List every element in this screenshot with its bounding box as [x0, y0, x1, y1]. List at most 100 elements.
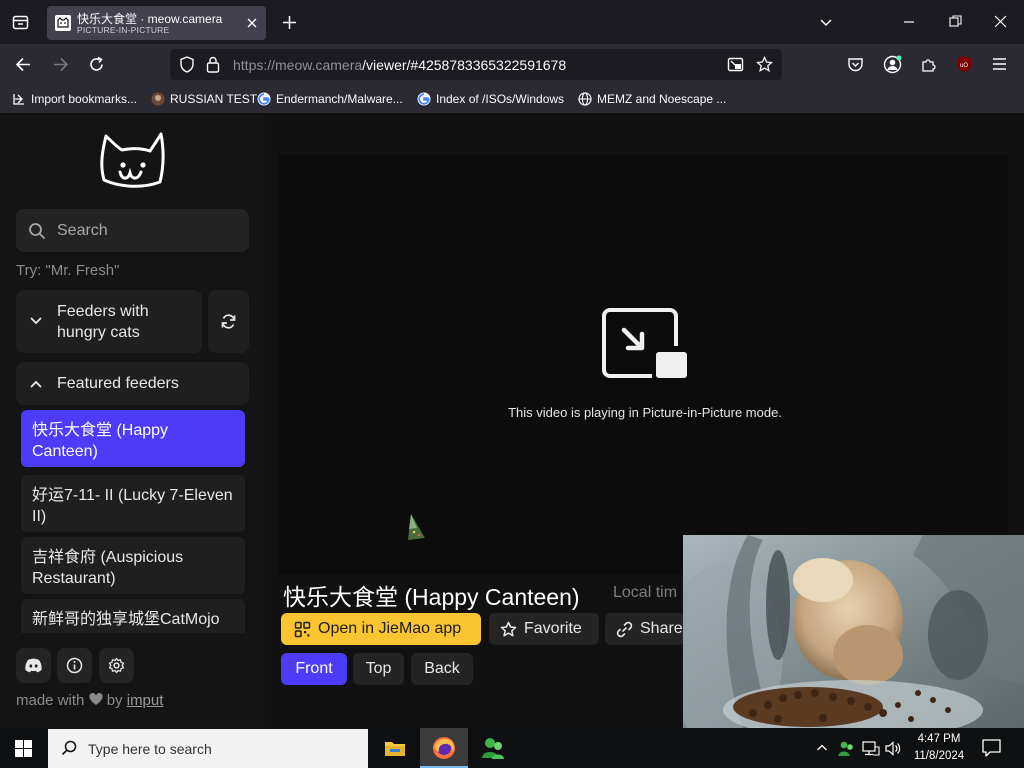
import-icon [12, 92, 26, 106]
refresh-button[interactable] [208, 290, 249, 353]
bookmark-endermanch[interactable]: Endermanch/Malware... [257, 91, 403, 107]
restore-icon[interactable] [949, 15, 962, 28]
bookmark-isos[interactable]: Index of /ISOs/Windows [417, 91, 564, 107]
open-in-app-label: Open in JieMao app [318, 620, 462, 637]
pocket-icon[interactable] [847, 56, 864, 73]
heart-icon [89, 693, 103, 706]
site-favicon [151, 92, 165, 106]
notifications-icon[interactable] [982, 739, 1001, 757]
imput-link[interactable]: imput [127, 692, 164, 709]
close-window-icon[interactable] [994, 15, 1007, 28]
feeder-item-lucky-7-eleven[interactable]: 好运7-11- II (Lucky 7-Eleven II) [21, 475, 245, 532]
search-input[interactable]: Search [16, 209, 249, 252]
feeder-title: 快乐大食堂 (Happy Canteen) [283, 584, 580, 610]
cat-favicon-icon [55, 15, 71, 31]
account-icon[interactable] [883, 55, 902, 74]
local-time-label: Local tim [613, 584, 678, 601]
minimize-icon[interactable] [903, 15, 915, 29]
cat-feed-video-frame [683, 535, 1024, 728]
info-icon [66, 657, 83, 674]
favorite-label: Favorite [524, 620, 582, 637]
footer-credit: made with by imput [16, 692, 163, 709]
refresh-icon [220, 313, 237, 330]
search-icon [61, 740, 77, 756]
active-tab[interactable]: 快乐大食堂 · meow.camera PICTURE-IN-PICTURE [47, 6, 266, 40]
cursor-party-hat-icon [405, 512, 429, 542]
picture-in-picture-toggle-icon[interactable] [727, 56, 744, 73]
new-tab-icon[interactable] [282, 15, 297, 30]
camera-back-button[interactable]: Back [411, 653, 473, 685]
hamburger-menu-icon[interactable] [992, 57, 1007, 71]
star-icon [500, 621, 517, 638]
globe-icon [578, 92, 592, 106]
featured-feeders-toggle[interactable]: Featured feeders [16, 362, 249, 405]
share-button[interactable]: Share [605, 613, 685, 645]
svg-text:uO: uO [960, 63, 968, 69]
meow-camera-logo[interactable] [98, 130, 168, 192]
feeder-item-catmojo[interactable]: 新鲜哥的独享城堡CatMojo [21, 599, 245, 633]
favorite-button[interactable]: Favorite [489, 613, 599, 645]
discord-icon [24, 657, 43, 674]
tray-people-icon[interactable] [838, 740, 855, 757]
back-arrow-icon[interactable] [15, 56, 32, 73]
featured-feeder-list[interactable]: 快乐大食堂 (Happy Canteen) 好运7-11- II (Lucky … [16, 405, 249, 633]
gear-icon [108, 657, 125, 674]
hungry-feeders-toggle[interactable]: Feeders with hungry cats [16, 290, 202, 353]
extensions-puzzle-icon[interactable] [920, 56, 937, 73]
chevron-up-icon [29, 377, 43, 391]
chevron-down-icon [29, 314, 43, 328]
reload-icon[interactable] [88, 56, 105, 73]
tab-subtitle: PICTURE-IN-PICTURE [77, 25, 170, 35]
bookmark-label: Index of /ISOs/Windows [436, 92, 565, 106]
taskbar-search-placeholder: Type here to search [88, 741, 212, 757]
footer-by: by [106, 692, 123, 709]
settings-button[interactable] [99, 648, 134, 683]
link-icon [616, 621, 633, 638]
taskbar-search-input[interactable]: Type here to search [48, 729, 368, 768]
url-text[interactable]: https://meow.camera/viewer/#425878336532… [233, 57, 566, 73]
featured-feeders-label: Featured feeders [57, 375, 179, 392]
firefox-taskbar-button[interactable] [420, 728, 468, 768]
camera-top-button[interactable]: Top [353, 653, 404, 685]
bookmark-import[interactable]: Import bookmarks... [12, 91, 137, 107]
camera-front-button[interactable]: Front [281, 653, 347, 685]
lock-icon[interactable] [206, 56, 220, 73]
file-explorer-icon[interactable] [384, 738, 406, 758]
bookmark-star-icon[interactable] [756, 56, 773, 73]
search-placeholder: Search [57, 222, 108, 239]
close-tab-icon[interactable] [245, 16, 259, 30]
url-host: https://meow.camera [233, 57, 363, 73]
forward-arrow-icon[interactable] [52, 56, 69, 73]
feeder-item-happy-canteen[interactable]: 快乐大食堂 (Happy Canteen) [21, 410, 245, 467]
google-icon [417, 92, 431, 106]
bookmark-label: MEMZ and Noescape ... [597, 92, 727, 106]
volume-icon[interactable] [885, 741, 902, 756]
tab-list-icon[interactable] [12, 14, 29, 31]
pip-status-message: This video is playing in Picture-in-Pict… [508, 405, 782, 420]
pip-video-window[interactable] [683, 535, 1024, 728]
bookmark-russian-test[interactable]: RUSSIAN TEST [151, 91, 257, 107]
bookmark-label: Import bookmarks... [31, 92, 138, 106]
bookmark-memz[interactable]: MEMZ and Noescape ... [578, 91, 726, 107]
app-people-icon[interactable] [481, 736, 505, 760]
about-button[interactable] [57, 648, 92, 683]
hungry-feeders-label: Feeders with hungry cats [57, 303, 149, 341]
search-icon [28, 222, 46, 240]
footer-prefix: made with [16, 692, 85, 709]
feeder-item-auspicious-restaurant[interactable]: 吉祥食府 (Auspicious Restaurant) [21, 537, 245, 594]
chevron-up-icon[interactable] [816, 742, 828, 754]
windows-start-icon[interactable] [15, 740, 32, 757]
share-label: Share [640, 620, 683, 637]
open-in-app-button[interactable]: Open in JieMao app [281, 613, 481, 645]
taskbar-clock[interactable]: 4:47 PM 11/8/2024 [908, 731, 970, 765]
address-bar[interactable]: https://meow.camera/viewer/#425878336532… [170, 49, 782, 80]
google-icon [257, 92, 271, 106]
discord-button[interactable] [16, 648, 51, 683]
ublock-origin-icon[interactable]: uO [955, 55, 973, 73]
url-path: /viewer/#4258783365322591678 [362, 57, 567, 73]
shield-icon[interactable] [179, 56, 195, 73]
network-icon[interactable] [862, 741, 880, 756]
search-hint: Try: "Mr. Fresh" [16, 262, 120, 279]
chevron-down-icon[interactable] [819, 15, 833, 29]
picture-in-picture-icon [602, 308, 688, 380]
